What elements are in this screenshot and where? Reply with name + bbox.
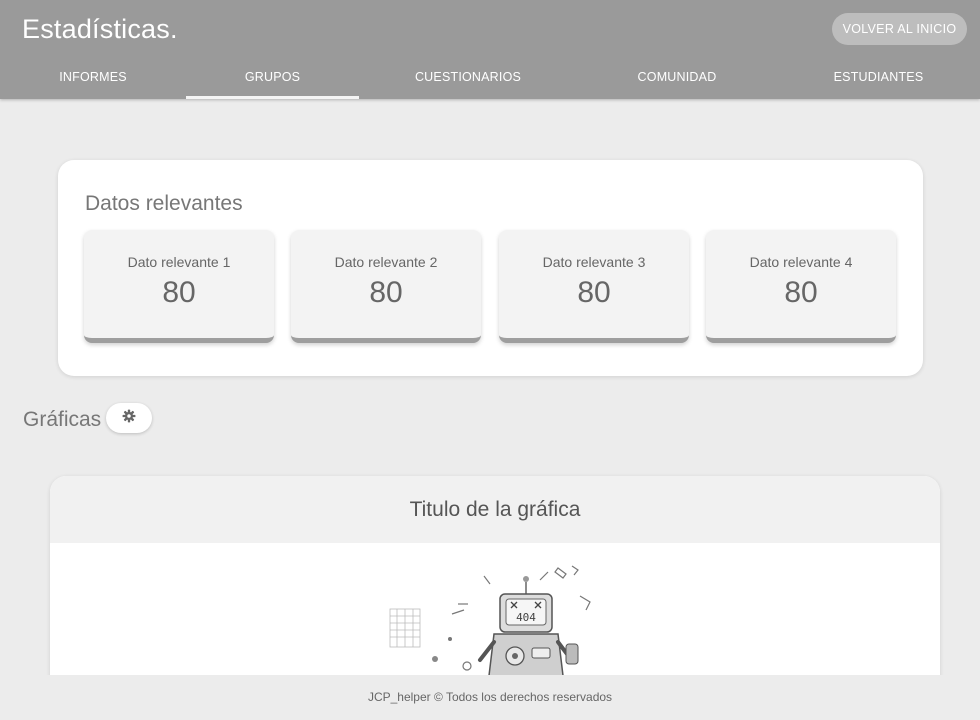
charts-section-title: Gráficas	[23, 408, 102, 431]
stat-label: Dato relevante 2	[334, 254, 438, 270]
stat-card-2: Dato relevante 2 80	[291, 230, 481, 343]
tab-estudiantes[interactable]: ESTUDIANTES	[777, 60, 980, 99]
gear-icon	[122, 409, 136, 428]
chart-settings-button[interactable]	[106, 403, 152, 433]
footer-text: JCP_helper © Todos los derechos reservad…	[367, 690, 613, 704]
stat-card-4: Dato relevante 4 80	[706, 230, 896, 343]
tab-cuestionarios[interactable]: CUESTIONARIOS	[359, 60, 577, 99]
footer: JCP_helper © Todos los derechos reservad…	[0, 675, 980, 720]
app-title: Estadísticas.	[22, 14, 178, 44]
tab-informes[interactable]: INFORMES	[0, 60, 186, 99]
stat-card-3: Dato relevante 3 80	[499, 230, 689, 343]
app-header: Estadísticas. VOLVER AL INICIO INFORMES …	[0, 0, 980, 99]
stat-card-1: Dato relevante 1 80	[84, 230, 274, 343]
stat-label: Dato relevante 4	[749, 254, 853, 270]
tab-grupos[interactable]: GRUPOS	[186, 60, 359, 99]
robot-screen-text: 404	[516, 611, 536, 624]
stat-value: 80	[369, 276, 403, 309]
tab-bar: INFORMES GRUPOS CUESTIONARIOS COMUNIDAD …	[0, 60, 980, 99]
stat-value: 80	[577, 276, 611, 309]
relevant-data-card: Datos relevantes Dato relevante 1 80 Dat…	[58, 160, 923, 376]
relevant-data-title: Datos relevantes	[85, 192, 243, 215]
stat-value: 80	[162, 276, 196, 309]
stat-label: Dato relevante 1	[127, 254, 231, 270]
stat-value: 80	[784, 276, 818, 309]
stat-label: Dato relevante 3	[542, 254, 646, 270]
chart-title: Titulo de la gráfica	[50, 476, 940, 543]
tab-comunidad[interactable]: COMUNIDAD	[577, 60, 777, 99]
back-home-button[interactable]: VOLVER AL INICIO	[832, 13, 967, 45]
robot-404-illustration: 404	[380, 564, 650, 689]
